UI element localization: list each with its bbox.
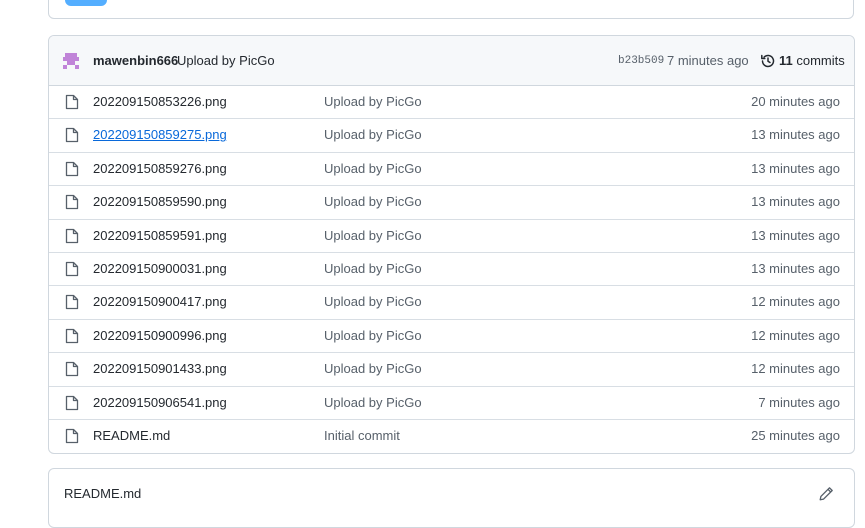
- file-commit-time: 12 minutes ago: [751, 327, 840, 343]
- file-row[interactable]: 202209150859275.png Upload by PicGo 13 min…: [49, 119, 854, 153]
- file-icon: [65, 261, 79, 277]
- latest-commit-bar: mawenbin666 Upload by PicGo b23b509 7 mi…: [49, 36, 854, 86]
- file-name-link[interactable]: 202209150900417.png: [93, 294, 227, 309]
- file-row[interactable]: 202209150859276.png Upload by PicGo 13 min…: [49, 153, 854, 187]
- file-commit-message[interactable]: Upload by PicGo: [324, 161, 422, 176]
- file-name-link[interactable]: 202209150859591.png: [93, 228, 227, 243]
- file-row[interactable]: 202209150900996.png Upload by PicGo 12 min…: [49, 320, 854, 354]
- file-commit-message[interactable]: Upload by PicGo: [324, 194, 422, 209]
- commits-label: commits: [796, 53, 845, 68]
- file-name-link[interactable]: 202209150900996.png: [93, 328, 227, 343]
- readme-title[interactable]: README.md: [64, 486, 141, 501]
- file-commit-time: 13 minutes ago: [751, 194, 840, 210]
- file-list: mawenbin666 Upload by PicGo b23b509 7 mi…: [48, 35, 855, 454]
- file-commit-time: 13 minutes ago: [751, 160, 840, 176]
- file-name-link[interactable]: 202209150906541.png: [93, 395, 227, 410]
- file-commit-time: 20 minutes ago: [751, 94, 840, 109]
- file-commit-message[interactable]: Upload by PicGo: [324, 328, 422, 343]
- file-row[interactable]: README.md Initial commit 25 minutes ago: [49, 420, 854, 453]
- file-name-link[interactable]: 202209150859275.png: [93, 127, 227, 142]
- commit-author[interactable]: mawenbin666: [93, 53, 178, 68]
- file-icon: [65, 428, 79, 444]
- file-icon: [65, 128, 79, 143]
- file-icon: [65, 361, 79, 377]
- file-row[interactable]: 202209150859590.png Upload by PicGo 13 min…: [49, 186, 854, 220]
- commit-count: 11: [779, 53, 793, 68]
- file-commit-time: 25 minutes ago: [751, 427, 840, 443]
- file-icon: [65, 94, 79, 110]
- file-row[interactable]: 202209150853226.png Upload by PicGo 20 min…: [49, 86, 854, 120]
- file-icon: [65, 328, 79, 343]
- avatar[interactable]: [61, 51, 81, 71]
- file-name-link[interactable]: 202209150901433.png: [93, 361, 227, 376]
- file-commit-time: 13 minutes ago: [751, 227, 840, 243]
- file-icon: [65, 161, 79, 176]
- file-commit-time: 13 minutes ago: [751, 260, 840, 276]
- history-icon[interactable]: [760, 53, 776, 69]
- commits-link[interactable]: 11 commits: [779, 53, 845, 68]
- file-commit-message[interactable]: Upload by PicGo: [324, 127, 422, 142]
- top-button-edge[interactable]: [65, 0, 107, 6]
- file-row[interactable]: 202209150900417.png Upload by PicGo 12 min…: [49, 286, 854, 320]
- file-commit-message[interactable]: Upload by PicGo: [324, 228, 422, 243]
- readme-box: README.md: [48, 468, 855, 528]
- commit-time: 7 minutes ago: [667, 53, 749, 68]
- file-icon: [65, 295, 79, 310]
- file-row[interactable]: 202209150900031.png Upload by PicGo 13 min…: [49, 253, 854, 287]
- file-name-link[interactable]: 202209150859276.png: [93, 161, 227, 176]
- file-row[interactable]: 202209150901433.png Upload by PicGo 12 min…: [49, 353, 854, 387]
- file-name-link[interactable]: README.md: [93, 428, 170, 443]
- file-icon: [65, 395, 79, 410]
- file-name-link[interactable]: 202209150859590.png: [93, 194, 227, 209]
- file-commit-message[interactable]: Initial commit: [324, 428, 400, 443]
- file-commit-time: 12 minutes ago: [751, 294, 840, 310]
- file-commit-time: 7 minutes ago: [758, 394, 840, 410]
- file-icon: [65, 228, 79, 243]
- file-rows: 202209150853226.png Upload by PicGo 20 min…: [49, 86, 854, 453]
- file-commit-message[interactable]: Upload by PicGo: [324, 395, 422, 410]
- file-commit-message[interactable]: Upload by PicGo: [324, 294, 422, 309]
- file-commit-time: 13 minutes ago: [751, 127, 840, 143]
- file-commit-message[interactable]: Upload by PicGo: [324, 94, 422, 109]
- file-commit-message[interactable]: Upload by PicGo: [324, 261, 422, 276]
- file-commit-message[interactable]: Upload by PicGo: [324, 361, 422, 376]
- file-icon: [65, 195, 79, 210]
- commit-sha[interactable]: b23b509: [618, 55, 664, 67]
- file-commit-time: 12 minutes ago: [751, 361, 840, 377]
- commit-message[interactable]: Upload by PicGo: [177, 53, 275, 68]
- file-name-link[interactable]: 202209150853226.png: [93, 94, 227, 109]
- previous-section-box: [48, 0, 854, 19]
- file-row[interactable]: 202209150859591.png Upload by PicGo 13 min…: [49, 220, 854, 253]
- pencil-icon[interactable]: [818, 486, 834, 502]
- file-name-link[interactable]: 202209150900031.png: [93, 261, 227, 276]
- file-row[interactable]: 202209150906541.png Upload by PicGo 7 minu…: [49, 387, 854, 420]
